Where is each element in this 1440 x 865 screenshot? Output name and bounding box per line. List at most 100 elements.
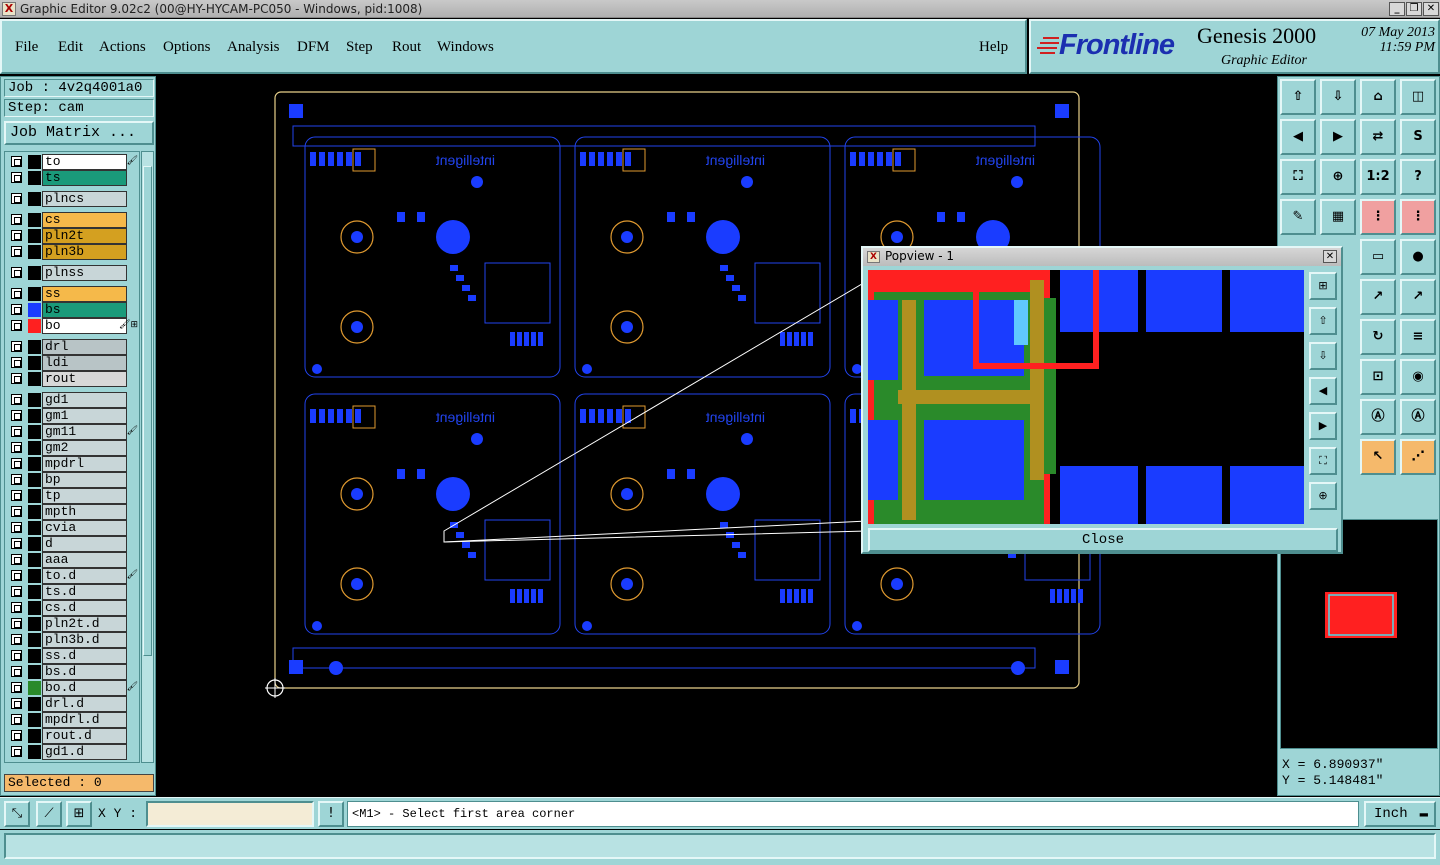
layer-row-to[interactable]: to 🖌 — [7, 154, 138, 170]
popview-center-icon[interactable]: ⊕ — [1309, 482, 1337, 510]
layer-row-mpdrl[interactable]: mpdrl — [7, 456, 137, 472]
layer-row-ss-d[interactable]: ss.d — [7, 648, 137, 664]
layer-visibility-checkbox[interactable] — [11, 730, 22, 741]
app-icon[interactable]: X — [2, 2, 16, 16]
layer-name[interactable]: pln3b — [42, 244, 127, 260]
layer-color-swatch[interactable] — [28, 569, 41, 583]
layer-name[interactable]: mpth — [42, 504, 127, 520]
house-icon[interactable]: ⌂ — [1360, 79, 1396, 115]
grid-icon[interactable]: ▦ — [1320, 199, 1356, 235]
layer-name[interactable]: bs.d — [42, 664, 127, 680]
fork-icon[interactable]: ≡ — [1400, 319, 1436, 355]
layer-color-swatch[interactable] — [28, 489, 41, 503]
minimap-view[interactable] — [1281, 520, 1437, 748]
layer-visibility-checkbox[interactable] — [11, 522, 22, 533]
menu-file[interactable]: File — [15, 39, 38, 56]
layer-color-swatch[interactable] — [28, 340, 41, 354]
layer-row-bo[interactable]: bo 🖌⊞ — [7, 318, 138, 334]
zoom-center-icon[interactable]: ⊕ — [1320, 159, 1356, 195]
layer-color-swatch[interactable] — [28, 617, 41, 631]
menu-rout[interactable]: Rout — [392, 39, 421, 56]
close-window-button[interactable]: ✕ — [1423, 2, 1439, 16]
menu-options[interactable]: Options — [163, 39, 211, 56]
layer-color-swatch[interactable] — [28, 266, 41, 280]
layer-visibility-checkbox[interactable] — [11, 267, 22, 278]
help-query-button[interactable]: ? — [1400, 159, 1436, 195]
layer-name[interactable]: mpdrl.d — [42, 712, 127, 728]
zoom-fit-icon[interactable]: ⛶ — [1280, 159, 1316, 195]
layer-visibility-checkbox[interactable] — [11, 394, 22, 405]
layer-color-swatch[interactable] — [28, 155, 41, 169]
layer-visibility-checkbox[interactable] — [11, 698, 22, 709]
layer-color-swatch[interactable] — [28, 245, 41, 259]
layer-color-swatch[interactable] — [28, 713, 41, 727]
layer-color-swatch[interactable] — [28, 287, 41, 301]
layer-row-aaa[interactable]: aaa — [7, 552, 137, 568]
layer-visibility-checkbox[interactable] — [11, 442, 22, 453]
layer-visibility-checkbox[interactable] — [11, 474, 22, 485]
measure-icon[interactable]: ↗ — [1360, 279, 1396, 315]
snap-blue-icon[interactable]: ⋮ — [1400, 199, 1436, 235]
layer-name[interactable]: gm2 — [42, 440, 127, 456]
layer-name[interactable]: cvia — [42, 520, 127, 536]
arch-red-icon[interactable]: Ⓐ — [1360, 399, 1396, 435]
pan-right-icon[interactable]: ▶ — [1320, 119, 1356, 155]
layer-name[interactable]: aaa — [42, 552, 127, 568]
layer-color-swatch[interactable] — [28, 681, 41, 695]
layer-name[interactable]: bo.d — [42, 680, 127, 696]
box-dimension-icon[interactable]: ⊡ — [1360, 359, 1396, 395]
layer-visibility-checkbox[interactable] — [11, 410, 22, 421]
layer-visibility-checkbox[interactable] — [11, 634, 22, 645]
layer-row-drl-d[interactable]: drl.d — [7, 696, 137, 712]
layer-row-bs-d[interactable]: bs.d — [7, 664, 137, 680]
popview-down-icon[interactable]: ⇩ — [1309, 342, 1337, 370]
palette-icon[interactable]: ✎ — [1280, 199, 1316, 235]
layer-row-tp[interactable]: tp — [7, 488, 137, 504]
layer-color-swatch[interactable] — [28, 425, 41, 439]
layer-name[interactable]: gd1 — [42, 392, 127, 408]
layer-row-bp[interactable]: bp — [7, 472, 137, 488]
layer-row-ts[interactable]: ts — [7, 170, 137, 186]
layer-color-swatch[interactable] — [28, 372, 41, 386]
popview-left-icon[interactable]: ◀ — [1309, 377, 1337, 405]
layer-row-pln2t-d[interactable]: pln2t.d — [7, 616, 137, 632]
scrollbar-thumb[interactable] — [143, 166, 152, 656]
layer-color-swatch[interactable] — [28, 393, 41, 407]
layer-name[interactable]: ts.d — [42, 584, 127, 600]
popview-close-icon[interactable]: ✕ — [1323, 250, 1337, 263]
layer-name[interactable]: d — [42, 536, 127, 552]
layer-visibility-checkbox[interactable] — [11, 288, 22, 299]
resize-icon[interactable]: ⤡ — [4, 801, 30, 827]
layer-row-pln2t[interactable]: pln2t — [7, 228, 137, 244]
layer-visibility-checkbox[interactable] — [11, 214, 22, 225]
layer-color-swatch[interactable] — [28, 473, 41, 487]
layer-color-swatch[interactable] — [28, 745, 41, 759]
layer-name[interactable]: bo — [42, 318, 127, 334]
layer-color-swatch[interactable] — [28, 697, 41, 711]
menu-dfm[interactable]: DFM — [297, 39, 330, 56]
layer-visibility-checkbox[interactable] — [11, 602, 22, 613]
layer-row-mpth[interactable]: mpth — [7, 504, 137, 520]
layer-visibility-checkbox[interactable] — [11, 357, 22, 368]
menu-analysis[interactable]: Analysis — [227, 39, 280, 56]
alert-icon[interactable]: ! — [318, 801, 344, 827]
layer-color-swatch[interactable] — [28, 633, 41, 647]
layer-color-swatch[interactable] — [28, 229, 41, 243]
menu-actions[interactable]: Actions — [99, 39, 146, 56]
popview-zoom-view[interactable] — [868, 270, 1304, 524]
layer-name[interactable]: bs — [42, 302, 127, 318]
layer-visibility-checkbox[interactable] — [11, 172, 22, 183]
layer-row-gm1[interactable]: gm1 — [7, 408, 137, 424]
layer-row-cs[interactable]: cs — [7, 212, 137, 228]
layer-row-drl[interactable]: drl — [7, 339, 137, 355]
layer-row-bs[interactable]: bs — [7, 302, 137, 318]
layer-row-rout[interactable]: rout — [7, 371, 137, 387]
layer-row-ss[interactable]: ss — [7, 286, 137, 302]
select-pointer-icon[interactable]: ↖ — [1360, 439, 1396, 475]
pan-left-icon[interactable]: ◀ — [1280, 119, 1316, 155]
measure-red-icon[interactable]: ↗ — [1400, 279, 1436, 315]
popview-fit-icon[interactable]: ⛶ — [1309, 447, 1337, 475]
layer-visibility-checkbox[interactable] — [11, 746, 22, 757]
window-split-icon[interactable]: ◫ — [1400, 79, 1436, 115]
layer-color-swatch[interactable] — [28, 319, 41, 333]
